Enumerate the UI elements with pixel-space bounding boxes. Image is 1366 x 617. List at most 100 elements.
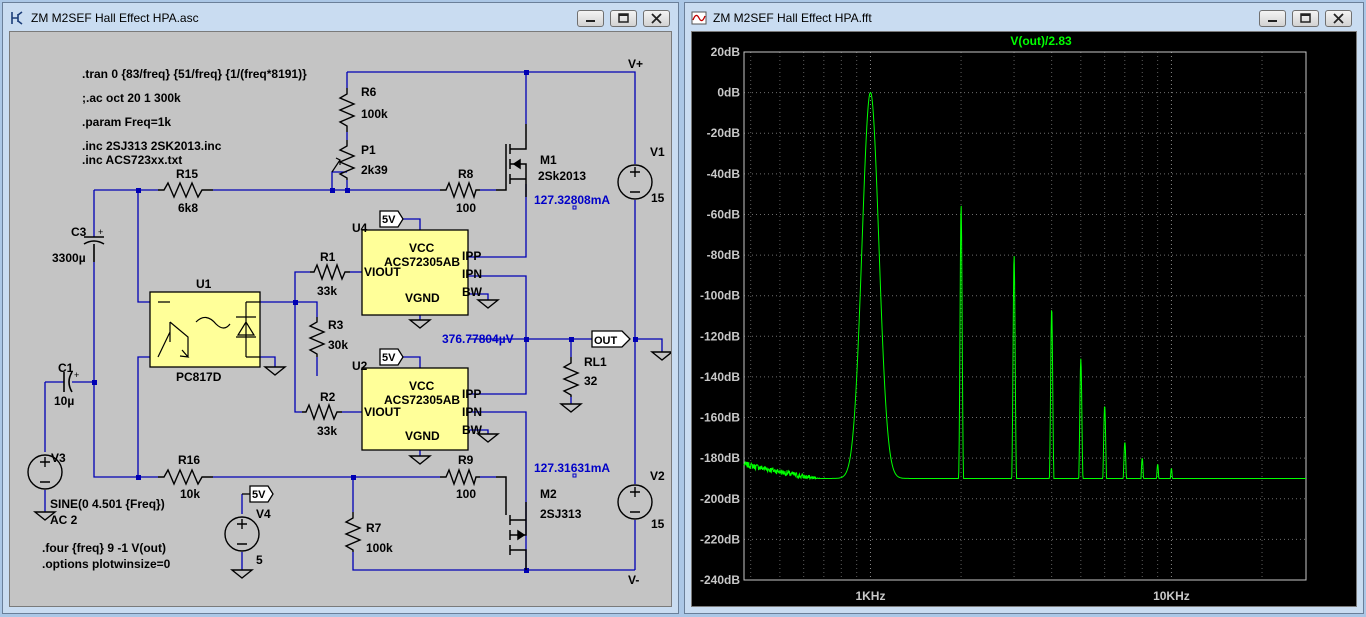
p1-value[interactable]: 2k39 xyxy=(361,163,388,177)
trace-label[interactable]: V(out)/2.83 xyxy=(1010,34,1072,48)
v3-name[interactable]: V3 xyxy=(51,451,66,465)
ground-icon xyxy=(263,366,287,376)
v1-value[interactable]: 15 xyxy=(651,191,665,205)
c3-value[interactable]: 3300µ xyxy=(52,251,86,265)
y-tick-label: -20dB xyxy=(707,126,741,140)
u4-pin-ipp: IPP xyxy=(462,249,481,263)
probe-m1-current[interactable]: 127.32808mA xyxy=(534,193,610,207)
r6-name[interactable]: R6 xyxy=(361,85,377,99)
rl1-name[interactable]: RL1 xyxy=(584,355,607,369)
r16-name[interactable]: R16 xyxy=(178,453,200,467)
u1-name[interactable]: U1 xyxy=(196,277,212,291)
ground-icon xyxy=(408,319,432,329)
r3-value[interactable]: 30k xyxy=(328,338,348,352)
u2-pin-ipn: IPN xyxy=(462,405,482,419)
c3-name[interactable]: C3 xyxy=(71,225,87,239)
resistor-r6 xyxy=(338,88,356,132)
maximize-button[interactable] xyxy=(1292,10,1319,27)
minimize-button[interactable] xyxy=(577,10,604,27)
fft-titlebar[interactable]: ZM M2SEF Hall Effect HPA.fft xyxy=(685,3,1363,31)
v4-value[interactable]: 5 xyxy=(256,553,263,567)
v1-name[interactable]: V1 xyxy=(650,145,665,159)
r1-name[interactable]: R1 xyxy=(320,250,336,264)
net-vplus: V+ xyxy=(628,57,643,71)
r9-name[interactable]: R9 xyxy=(458,453,474,467)
u2-pin-vgnd: VGND xyxy=(405,429,440,443)
minimize-icon xyxy=(586,20,595,22)
waveform-icon xyxy=(691,11,707,25)
probe-m2-current[interactable]: 127.31631mA xyxy=(534,461,610,475)
r7-value[interactable]: 100k xyxy=(366,541,393,555)
r8-name[interactable]: R8 xyxy=(458,167,474,181)
y-tick-label: -60dB xyxy=(707,207,741,221)
y-tick-label: -240dB xyxy=(700,573,740,587)
directive-ac[interactable]: ;.ac oct 20 1 300k xyxy=(82,91,181,105)
v3-sine[interactable]: SINE(0 4.501 {Freq}) xyxy=(50,497,165,511)
u4-name[interactable]: U4 xyxy=(352,221,368,235)
mosfet-m2 xyxy=(496,476,527,570)
mosfet-symbols xyxy=(496,124,527,570)
optocoupler-u1[interactable] xyxy=(149,291,261,368)
u2-pin-vcc: VCC xyxy=(409,379,435,393)
capacitor-c1 xyxy=(63,371,73,393)
y-tick-label: -120dB xyxy=(700,329,740,343)
resistor-r8 xyxy=(440,180,480,200)
u4-pin-vgnd: VGND xyxy=(405,291,440,305)
directive-four[interactable]: .four {freq} 9 -1 V(out) xyxy=(42,541,166,555)
schematic-window-title: ZM M2SEF Hall Effect HPA.asc xyxy=(31,11,199,25)
r2-name[interactable]: R2 xyxy=(320,390,336,404)
r3-name[interactable]: R3 xyxy=(328,318,344,332)
maximize-icon xyxy=(618,13,629,23)
net-5v-b: 5V xyxy=(382,352,396,364)
resistor-r15 xyxy=(158,181,213,199)
maximize-button[interactable] xyxy=(610,10,637,27)
m2-name[interactable]: M2 xyxy=(540,487,557,501)
directive-inc1[interactable]: .inc 2SJ313 2SK2013.inc xyxy=(82,139,222,153)
x-tick-label: 1KHz xyxy=(855,589,885,603)
y-tick-label: -160dB xyxy=(700,411,740,425)
minimize-button[interactable] xyxy=(1259,10,1286,27)
r1-value[interactable]: 33k xyxy=(317,284,337,298)
probe-out-voltage[interactable]: 376.77804µV xyxy=(442,332,514,346)
directive-options[interactable]: .options plotwinsize=0 xyxy=(42,557,171,571)
resistor-p1 xyxy=(338,140,356,180)
minimize-icon xyxy=(1268,20,1277,22)
u1-model[interactable]: PC817D xyxy=(176,370,222,384)
resistor-r9 xyxy=(440,467,480,487)
fft-plot-canvas[interactable]: V(out)/2.83 20dB 0dB -20dB -40dB -60dB -80dB -… xyxy=(691,31,1357,607)
directive-param[interactable]: .param Freq=1k xyxy=(82,115,171,129)
rl1-value[interactable]: 32 xyxy=(584,374,598,388)
ground-symbols xyxy=(33,299,671,579)
p1-name[interactable]: P1 xyxy=(361,143,376,157)
m2-model[interactable]: 2SJ313 xyxy=(540,507,582,521)
v4-name[interactable]: V4 xyxy=(256,507,271,521)
close-icon xyxy=(1333,13,1344,24)
r8-value[interactable]: 100 xyxy=(456,201,476,215)
r9-value[interactable]: 100 xyxy=(456,487,476,501)
r16-value[interactable]: 10k xyxy=(180,487,200,501)
u2-pin-viout: VIOUT xyxy=(364,405,401,419)
c1-value[interactable]: 10µ xyxy=(54,394,74,408)
r6-value[interactable]: 100k xyxy=(361,107,388,121)
r7-name[interactable]: R7 xyxy=(366,521,382,535)
r15-value[interactable]: 6k8 xyxy=(178,201,198,215)
v2-name[interactable]: V2 xyxy=(650,469,665,483)
v2-value[interactable]: 15 xyxy=(651,517,665,531)
r2-value[interactable]: 33k xyxy=(317,424,337,438)
close-icon xyxy=(651,13,662,24)
close-button[interactable] xyxy=(643,10,670,27)
r15-name[interactable]: R15 xyxy=(176,167,198,181)
v3-ac[interactable]: AC 2 xyxy=(50,513,78,527)
m1-model[interactable]: 2Sk2013 xyxy=(538,169,586,183)
m1-name[interactable]: M1 xyxy=(540,153,557,167)
close-button[interactable] xyxy=(1325,10,1352,27)
directive-inc2[interactable]: .inc ACS723xx.txt xyxy=(82,153,182,167)
schematic-titlebar[interactable]: ZM M2SEF Hall Effect HPA.asc xyxy=(3,3,678,31)
schematic-canvas[interactable]: + + .tran 0 {83/freq} {51/freq} {1/(freq… xyxy=(9,31,672,607)
y-tick-label: -220dB xyxy=(700,532,740,546)
u2-name[interactable]: U2 xyxy=(352,359,368,373)
c1-name[interactable]: C1 xyxy=(58,361,74,375)
mosfet-m1 xyxy=(496,124,527,197)
fft-window: ZM M2SEF Hall Effect HPA.fft V(out)/2.83… xyxy=(684,2,1364,614)
directive-tran[interactable]: .tran 0 {83/freq} {51/freq} {1/(freq*819… xyxy=(82,67,307,81)
